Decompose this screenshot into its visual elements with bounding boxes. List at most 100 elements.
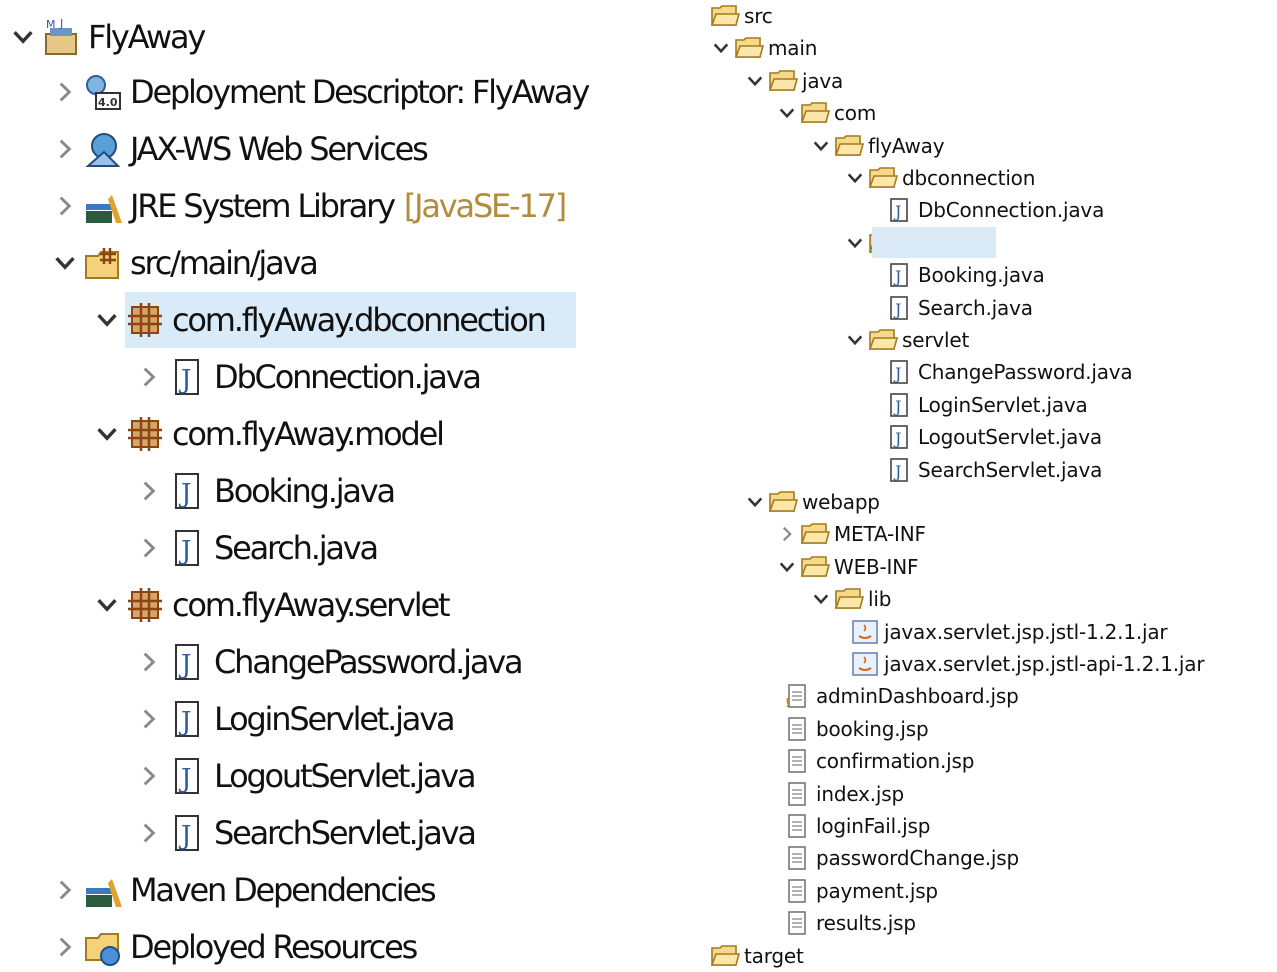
chevron-down-icon[interactable] xyxy=(846,169,864,187)
chevron-right-icon[interactable] xyxy=(52,194,78,218)
folder-icon xyxy=(710,943,740,969)
tree-item[interactable]: com xyxy=(778,98,876,128)
java-file-icon: J xyxy=(884,359,914,385)
java-file-icon: J xyxy=(166,527,208,569)
chevron-down-icon[interactable] xyxy=(52,251,78,275)
chevron-down-icon[interactable] xyxy=(846,331,864,349)
chevron-down-icon[interactable] xyxy=(812,137,830,155)
tree-item[interactable]: java xyxy=(746,66,843,96)
tree-item-label: javax.servlet.jsp.jstl-api-1.2.1.jar xyxy=(884,652,1205,676)
chevron-down-icon[interactable] xyxy=(94,593,120,617)
tree-item[interactable]: passwordChange.jsp xyxy=(760,843,1019,873)
tree-item-label: src xyxy=(744,4,773,28)
tree-item[interactable]: ! adminDashboard.jsp xyxy=(760,681,1019,711)
tree-item[interactable]: Maven Dependencies xyxy=(52,865,437,915)
chevron-down-icon[interactable] xyxy=(812,590,830,608)
tree-item[interactable]: confirmation.jsp xyxy=(760,746,974,776)
tree-item[interactable]: com.flyAway.dbconnection xyxy=(94,295,547,345)
chevron-right-icon[interactable] xyxy=(136,650,162,674)
tree-item[interactable]: loginFail.jsp xyxy=(760,811,930,841)
java-file-icon: J xyxy=(884,424,914,450)
tree-item[interactable]: J DbConnection.java xyxy=(136,352,482,402)
tree-item[interactable]: Deployed Resources xyxy=(52,922,418,972)
tree-item[interactable]: src/main/java xyxy=(52,238,319,288)
tree-item[interactable]: javax.servlet.jsp.jstl-api-1.2.1.jar xyxy=(828,649,1205,679)
tree-item[interactable]: com.flyAway.model xyxy=(94,409,445,459)
chevron-right-icon[interactable] xyxy=(136,821,162,845)
chevron-right-icon[interactable] xyxy=(52,878,78,902)
tree-item[interactable]: lib xyxy=(812,584,891,614)
selection-highlight xyxy=(872,227,996,258)
tree-item[interactable]: servlet xyxy=(846,325,969,355)
tree-item[interactable]: index.jsp xyxy=(760,779,904,809)
tree-item[interactable]: flyAway xyxy=(812,131,945,161)
tree-item-label: Deployed Resources xyxy=(130,928,418,966)
java-file-icon: J xyxy=(166,470,208,512)
chevron-right-icon[interactable] xyxy=(136,764,162,788)
folder-icon xyxy=(800,554,830,580)
folder-tree: src main java com flyAway dbconnection J DbConn… xyxy=(688,0,1277,968)
chevron-right-icon[interactable] xyxy=(136,536,162,560)
tree-item[interactable]: M J FlyAway xyxy=(10,12,206,62)
tree-item-label: Search.java xyxy=(918,295,1033,320)
tree-item[interactable]: J Booking.java xyxy=(862,260,1045,290)
tree-item[interactable]: J Booking.java xyxy=(136,466,396,516)
tree-item[interactable]: results.jsp xyxy=(760,908,916,938)
tree-item[interactable]: booking.jsp xyxy=(760,714,929,744)
tree-item[interactable]: dbconnection xyxy=(846,163,1035,193)
tree-item[interactable]: target xyxy=(688,941,804,971)
chevron-down-icon[interactable] xyxy=(10,25,36,49)
tree-item[interactable]: JAX-WS Web Services xyxy=(52,124,429,174)
tree-item-label: java xyxy=(802,68,844,93)
tree-item[interactable]: com.flyAway.servlet xyxy=(94,580,451,630)
tree-item[interactable]: WEB-INF xyxy=(778,552,919,582)
chevron-down-icon[interactable] xyxy=(94,308,120,332)
tree-item[interactable]: J ChangePassword.java xyxy=(136,637,524,687)
tree-item[interactable]: J LoginServlet.java xyxy=(136,694,456,744)
chevron-down-icon[interactable] xyxy=(746,72,764,90)
chevron-right-icon[interactable] xyxy=(136,365,162,389)
tree-item[interactable]: J DbConnection.java xyxy=(862,195,1104,225)
chevron-down-icon[interactable] xyxy=(746,493,764,511)
chevron-right-icon[interactable] xyxy=(136,707,162,731)
tree-item-label: LogoutServlet.java xyxy=(214,757,477,795)
tree-item[interactable]: J Search.java xyxy=(862,293,1033,323)
tree-item[interactable]: J LogoutServlet.java xyxy=(136,751,477,801)
tree-item[interactable]: src xyxy=(688,1,773,31)
tree-item[interactable]: J LogoutServlet.java xyxy=(862,422,1102,452)
tree-item[interactable]: main xyxy=(712,33,817,63)
tree-item[interactable]: J SearchServlet.java xyxy=(862,455,1102,485)
jar-file-icon xyxy=(850,619,880,645)
tree-item-decoration: [JavaSE-17] xyxy=(403,187,567,225)
tree-item[interactable]: 4.0 Deployment Descriptor: FlyAway xyxy=(52,67,590,117)
tree-item[interactable]: javax.servlet.jsp.jstl-1.2.1.jar xyxy=(828,617,1168,647)
tree-item[interactable]: JRE System Library [JavaSE-17] xyxy=(52,181,567,231)
tree-item[interactable]: J ChangePassword.java xyxy=(862,357,1133,387)
chevron-right-icon[interactable] xyxy=(136,479,162,503)
chevron-right-icon[interactable] xyxy=(778,525,796,543)
chevron-down-icon[interactable] xyxy=(778,558,796,576)
tree-item[interactable]: J SearchServlet.java xyxy=(136,808,477,858)
chevron-right-icon[interactable] xyxy=(52,80,78,104)
tree-item[interactable]: META-INF xyxy=(778,519,926,549)
chevron-right-icon[interactable] xyxy=(52,935,78,959)
chevron-down-icon[interactable] xyxy=(846,234,864,252)
svg-text:M: M xyxy=(46,18,56,31)
tree-item[interactable]: payment.jsp xyxy=(760,876,938,906)
package-icon xyxy=(124,299,166,341)
tree-item[interactable]: J LoginServlet.java xyxy=(862,390,1088,420)
folder-icon xyxy=(834,586,864,612)
chevron-down-icon[interactable] xyxy=(778,104,796,122)
svg-text:J: J xyxy=(178,650,191,680)
tree-item[interactable]: J Search.java xyxy=(136,523,379,573)
chevron-down-icon[interactable] xyxy=(712,39,730,57)
chevron-right-icon[interactable] xyxy=(52,137,78,161)
folder-icon xyxy=(710,3,740,29)
tree-item[interactable]: webapp xyxy=(746,487,880,517)
tree-item-label: src/main/java xyxy=(130,244,319,282)
chevron-down-icon[interactable] xyxy=(94,422,120,446)
